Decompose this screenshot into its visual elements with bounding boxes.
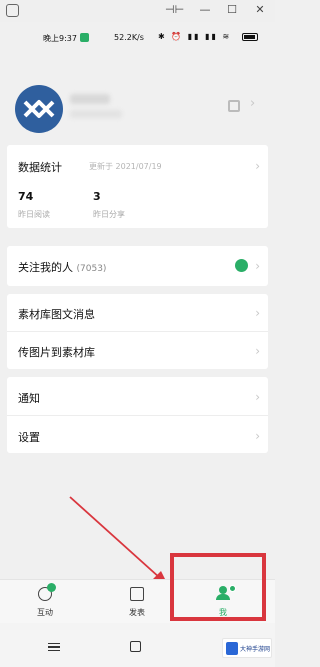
tab-interact-label: 互动	[37, 608, 53, 617]
tab-publish[interactable]: 发表	[92, 580, 182, 624]
home-icon[interactable]	[130, 641, 141, 652]
watermark-logo-icon	[226, 642, 238, 655]
tab-publish-label: 发表	[129, 608, 145, 617]
document-icon	[130, 587, 144, 601]
interact-badge	[47, 583, 56, 592]
watermark-text: 大神手游网	[240, 646, 271, 653]
tab-interact[interactable]: 互动	[0, 580, 90, 624]
watermark: 大神手游网	[222, 638, 272, 658]
menu-icon[interactable]	[48, 643, 60, 651]
highlight-box	[170, 553, 266, 621]
